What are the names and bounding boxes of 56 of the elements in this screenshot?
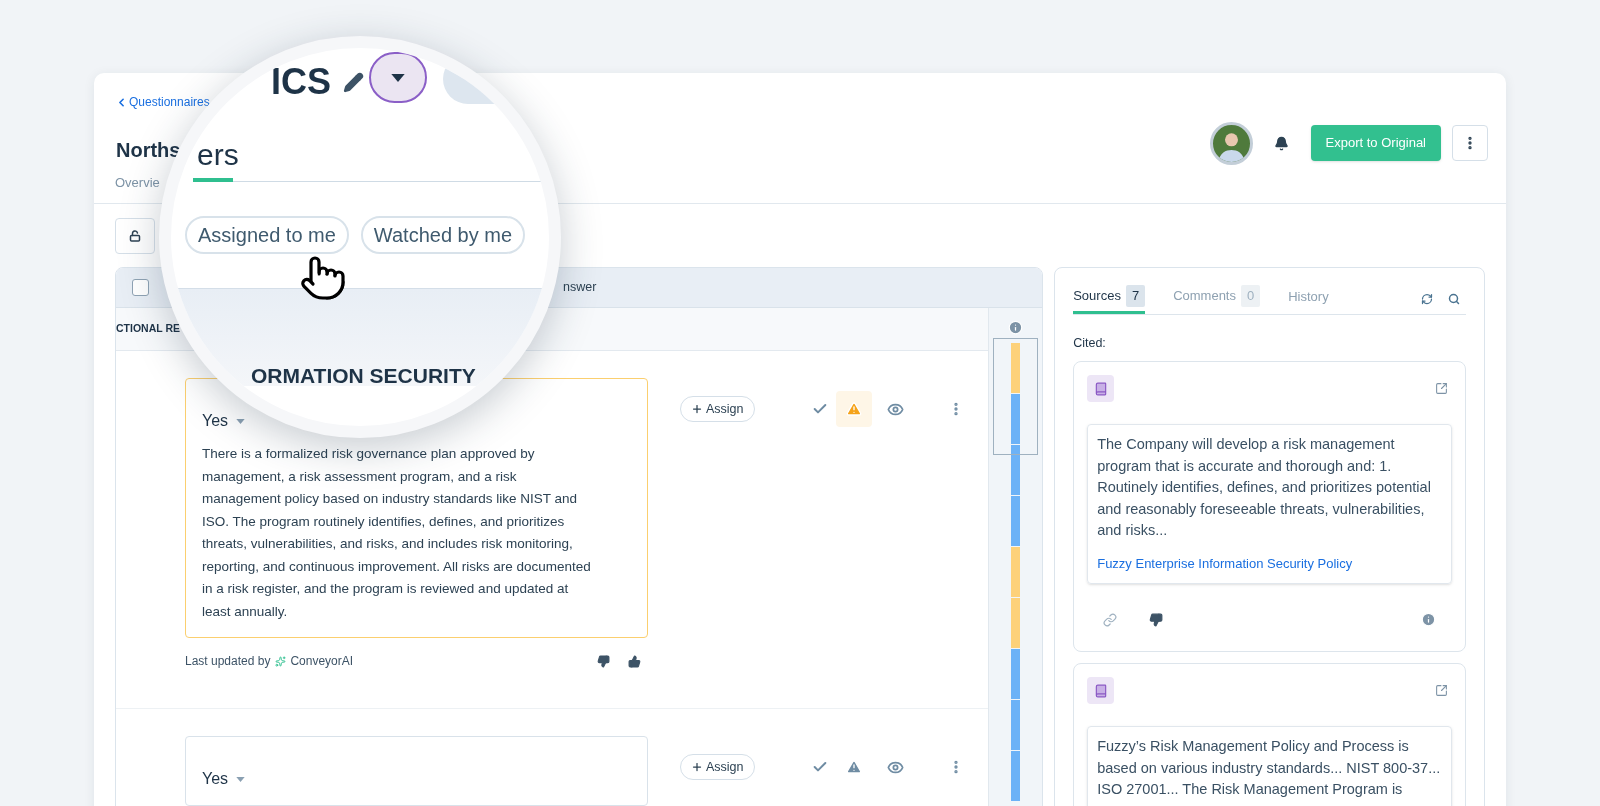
magnified-section-title: ORMATION SECURITY bbox=[251, 364, 476, 388]
cited-label: Cited: bbox=[1073, 334, 1107, 352]
search-icon[interactable] bbox=[1448, 292, 1460, 305]
minimap-segment[interactable] bbox=[1011, 649, 1021, 699]
source-link[interactable]: Fuzzy Enterprise Information Security Policy bbox=[1097, 553, 1442, 574]
column-header: nswer bbox=[563, 279, 597, 297]
lock-button[interactable] bbox=[115, 218, 155, 254]
sparkle-icon bbox=[275, 655, 287, 667]
avatar[interactable] bbox=[1209, 121, 1253, 165]
thumbs-up-icon[interactable] bbox=[628, 654, 641, 668]
warning-button[interactable] bbox=[835, 391, 872, 427]
minimap-segment[interactable] bbox=[1011, 751, 1021, 801]
count-badge: 0 bbox=[1241, 285, 1261, 307]
select-all-checkbox[interactable] bbox=[132, 279, 149, 296]
caret-icon bbox=[236, 776, 246, 782]
external-link-icon[interactable] bbox=[1435, 684, 1448, 698]
tab-underline bbox=[193, 178, 233, 182]
book-icon bbox=[1087, 677, 1115, 705]
page-title: Norths bbox=[116, 138, 181, 163]
more-button[interactable] bbox=[1452, 125, 1488, 161]
count-badge: 7 bbox=[1125, 285, 1146, 307]
dropdown-button[interactable] bbox=[369, 52, 427, 103]
excerpt-text: Fuzzy’s Risk Management Policy and Process is based on various industry standards... NIST 800-37... ISO 27001... The Risk Management Program is bbox=[1097, 737, 1442, 800]
info-icon[interactable] bbox=[1008, 320, 1024, 335]
magnified-tab[interactable]: ers bbox=[197, 140, 239, 170]
thumbs-down-icon[interactable] bbox=[597, 654, 610, 668]
thumbs-down-icon[interactable] bbox=[1149, 612, 1164, 627]
section-title: CTIONAL RE bbox=[116, 321, 180, 337]
filter-chip[interactable]: Assigned to me bbox=[185, 216, 349, 254]
caret-icon bbox=[391, 73, 405, 82]
info-icon[interactable] bbox=[1421, 612, 1436, 628]
answer-dropdown[interactable]: Yes bbox=[202, 767, 246, 791]
warning-icon bbox=[845, 401, 862, 417]
minimap-segment[interactable] bbox=[1011, 445, 1021, 495]
last-updated-label: Last updated by bbox=[185, 653, 271, 670]
panel-tab[interactable]: Sources 7 bbox=[1073, 285, 1146, 314]
warning-icon bbox=[845, 759, 862, 775]
pencil-icon[interactable] bbox=[343, 72, 364, 93]
book-icon bbox=[1087, 375, 1115, 403]
plus-icon bbox=[691, 403, 703, 415]
bell-icon[interactable] bbox=[1273, 135, 1289, 151]
minimap-segment[interactable] bbox=[1011, 700, 1021, 750]
external-link-icon[interactable] bbox=[1435, 382, 1448, 396]
link-icon[interactable] bbox=[1103, 612, 1118, 627]
answer-text: There is a formalized risk governance plan approved by management, a risk assessment program, and a risk management policy based on industry standards like NIST and ISO. The program routinely identifies, defines, and prioritizes threats, vulnerabilities, and risks, and includes risk monitoring, reporting, and continuous improvement. All risks are documented in a risk register, and the program is reviewed and updated at least annually. bbox=[202, 445, 592, 621]
lock-icon bbox=[129, 230, 141, 242]
excerpt-text: The Company will develop a risk management program that is accurate and thorough and: 1. Routinely identifies, defines, and prioritizes potential and reasonably foreseeable threats, vulnerabilities, and risks... bbox=[1097, 435, 1432, 541]
filter-chip[interactable]: Watched by me bbox=[360, 216, 526, 254]
minimap-segment[interactable] bbox=[1011, 394, 1021, 444]
plus-icon bbox=[691, 761, 703, 773]
refresh-icon[interactable] bbox=[1421, 292, 1433, 305]
caret-icon bbox=[236, 418, 246, 424]
viewport-frame[interactable] bbox=[993, 338, 1039, 455]
hand-cursor-icon bbox=[299, 254, 347, 302]
author-name: ConveyorAI bbox=[290, 653, 354, 670]
minimap-segment[interactable] bbox=[1011, 496, 1021, 546]
